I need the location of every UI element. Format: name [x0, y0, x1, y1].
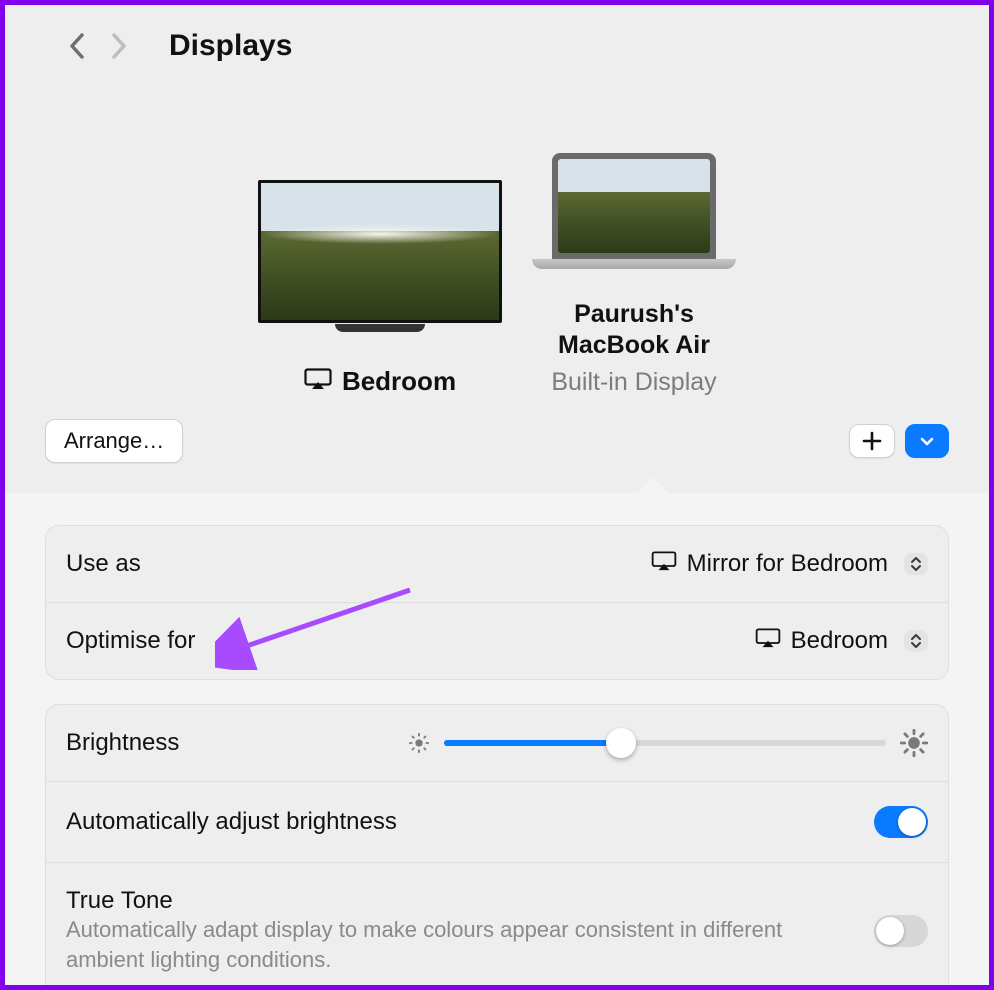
- chevron-down-icon: [918, 432, 936, 450]
- airplay-icon: [755, 627, 781, 655]
- brightness-slider[interactable]: [408, 729, 928, 757]
- display-builtin-preview: [558, 159, 710, 253]
- selected-display-pointer: [637, 477, 669, 493]
- plus-icon: [862, 431, 882, 451]
- use-as-value: Mirror for Bedroom: [687, 550, 888, 578]
- true-tone-description: Automatically adapt display to make colo…: [66, 915, 874, 974]
- updown-stepper-icon: [904, 630, 928, 652]
- updown-stepper-icon: [904, 553, 928, 575]
- display-options-button[interactable]: [905, 424, 949, 458]
- page-title: Displays: [169, 29, 292, 63]
- auto-brightness-toggle[interactable]: [874, 806, 928, 838]
- display-builtin[interactable]: Paurush's MacBook Air Built-in Display: [532, 153, 736, 397]
- display-external-preview: [258, 180, 502, 323]
- brightness-low-icon: [408, 732, 430, 754]
- add-display-button[interactable]: [849, 424, 895, 458]
- true-tone-toggle[interactable]: [874, 915, 928, 947]
- display-external[interactable]: Bedroom: [258, 180, 502, 397]
- brightness-high-icon: [900, 729, 928, 757]
- display-builtin-subtitle: Built-in Display: [532, 368, 736, 397]
- forward-button[interactable]: [107, 34, 131, 58]
- brightness-settings-card: Brightness Automatically adjust brightne…: [45, 704, 949, 990]
- display-builtin-name: Paurush's MacBook Air: [532, 299, 736, 362]
- brightness-label: Brightness: [66, 729, 179, 757]
- mirror-settings-card: Use as Mirror for Bedroom Optimise for: [45, 525, 949, 680]
- optimise-for-value: Bedroom: [791, 627, 888, 655]
- true-tone-label: True Tone: [66, 887, 874, 915]
- use-as-label: Use as: [66, 550, 141, 578]
- auto-brightness-label: Automatically adjust brightness: [66, 808, 397, 836]
- use-as-select[interactable]: Mirror for Bedroom: [651, 550, 928, 578]
- airplay-icon: [304, 366, 332, 397]
- optimise-for-label: Optimise for: [66, 627, 195, 655]
- back-button[interactable]: [65, 34, 89, 58]
- airplay-icon: [651, 550, 677, 578]
- display-external-name: Bedroom: [342, 366, 456, 397]
- arrange-button[interactable]: Arrange…: [45, 419, 183, 463]
- optimise-for-select[interactable]: Bedroom: [755, 627, 928, 655]
